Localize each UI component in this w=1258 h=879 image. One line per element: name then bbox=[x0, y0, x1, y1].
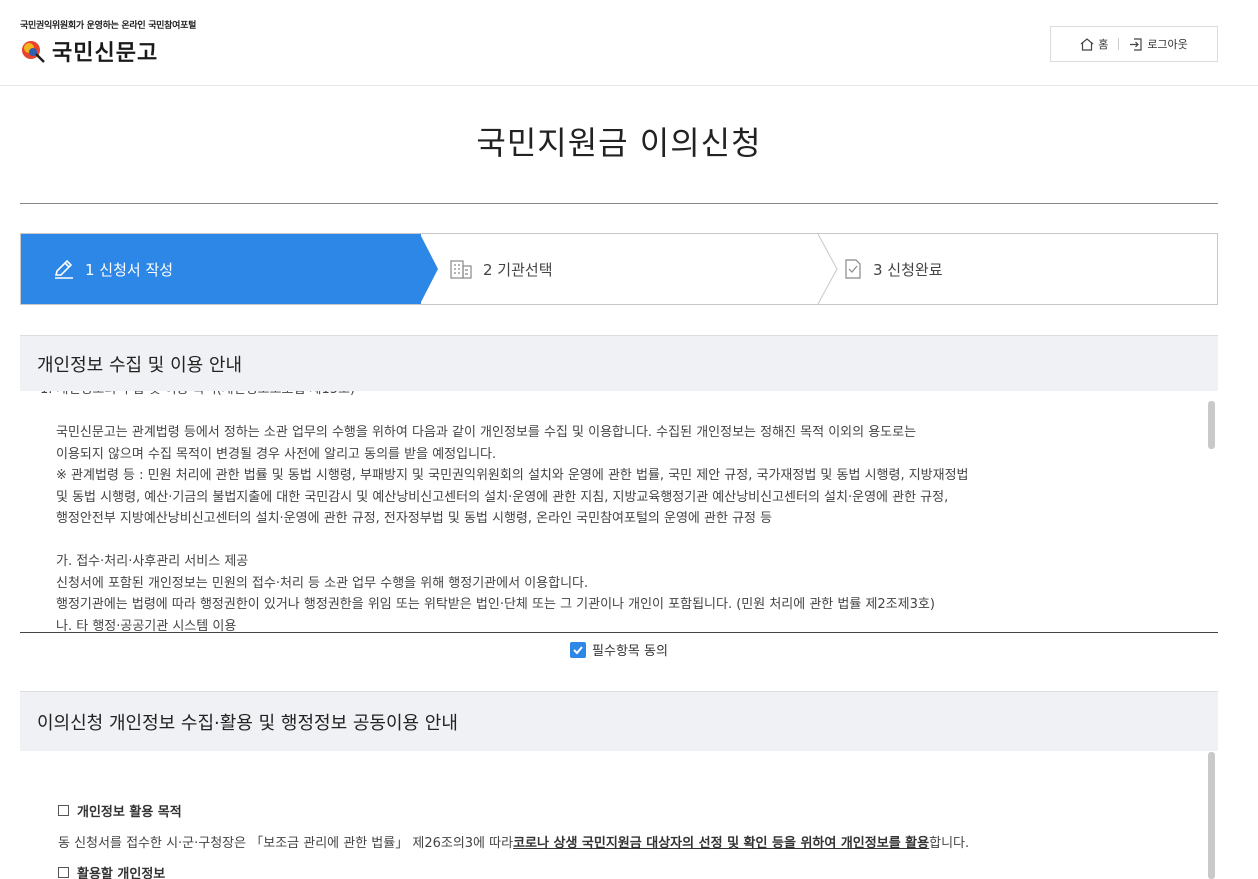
logout-icon bbox=[1130, 37, 1142, 51]
site-header: 국민권익위원회가 운영하는 온라인 국민참여포털 국민신문고 홈 로그아웃 bbox=[0, 0, 1258, 86]
home-link[interactable]: 홈 bbox=[1070, 36, 1118, 52]
checkmark-icon bbox=[573, 645, 583, 654]
step-complete: 3 신청완료 bbox=[843, 234, 943, 304]
purpose-heading: 개인정보 활용 목적 bbox=[77, 805, 182, 820]
step-chevron-divider bbox=[817, 234, 838, 304]
home-icon bbox=[1080, 37, 1094, 51]
purpose-text: 동 신청서를 접수한 시·군·구청장은 「보조금 관리에 관한 법률」 제26조… bbox=[58, 836, 514, 851]
notice-line: 행정안전부 지방예산낭비신고센터의 설치·운영에 관한 규정, 전자정부법 및 … bbox=[56, 511, 773, 526]
notice-line: 및 동법 시행령, 예산·기금의 불법지출에 대한 국민감시 및 예산낭비신고센… bbox=[56, 489, 949, 505]
required-agree-row[interactable]: 필수항목 동의 bbox=[0, 640, 1238, 659]
step-progress: 1 신청서 작성 2 기관선택 3 신청완료 bbox=[20, 233, 1218, 305]
notice-line: 가. 접수·처리·사후관리 서비스 제공 bbox=[56, 554, 249, 569]
purpose-text-end: 합니다. bbox=[929, 836, 970, 851]
step-write-application: 1 신청서 작성 bbox=[21, 234, 421, 304]
square-bullet-icon bbox=[58, 867, 69, 878]
notice-line: 행정기관에는 법령에 따라 행정권한이 있거나 행정권한을 위임 또는 위탁받은… bbox=[56, 597, 935, 612]
privacy-section-heading: 개인정보 수집 및 이용 안내 bbox=[20, 335, 1218, 391]
step-label: 2 기관선택 bbox=[483, 260, 553, 279]
step-label: 1 신청서 작성 bbox=[85, 260, 174, 279]
scrollbar-thumb[interactable] bbox=[1208, 401, 1215, 449]
pencil-icon bbox=[53, 258, 75, 280]
info-use-section-heading: 이의신청 개인정보 수집·활용 및 행정정보 공동이용 안내 bbox=[20, 691, 1218, 751]
top-links: 홈 로그아웃 bbox=[1050, 26, 1218, 62]
logout-link[interactable]: 로그아웃 bbox=[1119, 36, 1197, 52]
page-title: 국민지원금 이의신청 bbox=[476, 124, 762, 162]
notice-line: 국민신문고는 관계법령 등에서 정하는 소관 업무의 수행을 위하여 다음과 같… bbox=[56, 425, 917, 440]
square-bullet-icon bbox=[58, 805, 69, 816]
logo[interactable]: 국민권익위원회가 운영하는 온라인 국민참여포털 국민신문고 bbox=[20, 18, 196, 67]
step-label: 3 신청완료 bbox=[873, 260, 943, 279]
building-icon bbox=[449, 258, 473, 280]
step-select-agency: 2 기관선택 bbox=[449, 234, 553, 304]
notice-line: 나. 타 행정·공공기관 시스템 이용 bbox=[56, 618, 237, 633]
logo-mark-icon bbox=[20, 38, 46, 64]
notice-line: 신청서에 포함된 개인정보는 민원의 접수·처리 등 소관 업무 수행을 위해 … bbox=[56, 575, 589, 591]
document-check-icon bbox=[843, 258, 863, 280]
agree-label: 필수항목 동의 bbox=[592, 644, 668, 659]
purpose-text-emphasis: 코로나 상생 국민지원금 대상자의 선정 및 확인 등을 위하여 개인정보를 활… bbox=[513, 836, 930, 851]
logout-label: 로그아웃 bbox=[1147, 38, 1188, 51]
notice-line: 이용되지 않으며 수집 목적이 변경될 경우 사전에 알리고 동의를 받을 예정… bbox=[56, 446, 497, 462]
info-use-text: 개인정보 활용 목적 동 신청서를 접수한 시·군·구청장은 「보조금 관리에 … bbox=[58, 795, 1198, 879]
home-label: 홈 bbox=[1098, 38, 1109, 51]
privacy-notice-scrollbox[interactable]: 1. 개인정보의 수집 및 이용 목적(개인정보보호법 제15조) 국민신문고는… bbox=[20, 391, 1218, 633]
privacy-notice-text: 1. 개인정보의 수집 및 이용 목적(개인정보보호법 제15조) 국민신문고는… bbox=[40, 391, 1196, 633]
notice-cut-heading: 1. 개인정보의 수집 및 이용 목적(개인정보보호법 제15조) bbox=[40, 391, 1196, 401]
agree-checkbox[interactable] bbox=[570, 641, 587, 658]
logo-tagline: 국민권익위원회가 운영하는 온라인 국민참여포털 bbox=[20, 21, 197, 31]
info-heading: 활용할 개인정보 bbox=[77, 867, 166, 879]
title-divider bbox=[20, 203, 1218, 204]
notice-line: ※ 관계법령 등 : 민원 처리에 관한 법률 및 동법 시행령, 부패방지 및… bbox=[56, 468, 969, 483]
logo-text: 국민신문고 bbox=[52, 40, 159, 66]
scrollbar-thumb[interactable] bbox=[1208, 752, 1215, 879]
step-arrow bbox=[420, 234, 438, 304]
